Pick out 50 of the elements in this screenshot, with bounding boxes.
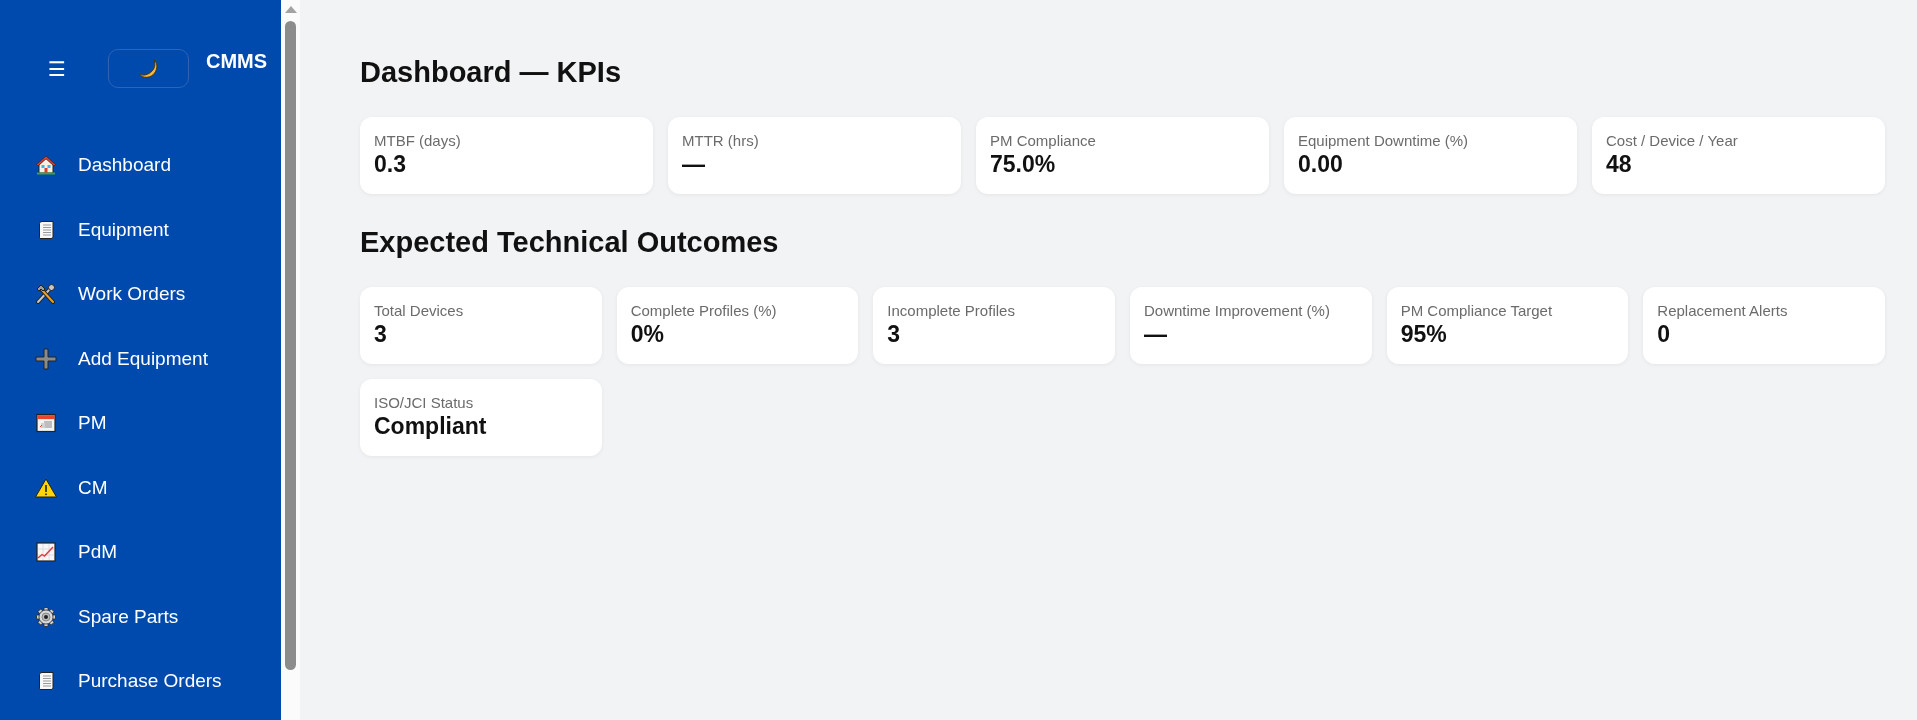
kpi-value: 75.0% — [990, 151, 1056, 178]
kpi-label: Replacement Alerts — [1657, 302, 1788, 320]
kpi-label: Equipment Downtime (%) — [1298, 132, 1469, 150]
scroll-icon — [36, 219, 56, 240]
theme-toggle-button[interactable] — [107, 49, 189, 88]
plus-icon — [35, 347, 57, 370]
kpi-label: PM Compliance Target — [1400, 302, 1553, 320]
kpi-value: 3 — [887, 321, 901, 348]
section-title: Expected Technical Outcomes — [360, 225, 779, 260]
kpi-value: Compliant — [374, 413, 487, 440]
nav-item[interactable]: Dashboard — [36, 147, 171, 183]
kpi-label: MTTR (hrs) — [682, 132, 759, 150]
kpi-value: 0.00 — [1298, 151, 1343, 178]
kpi-value: 95% — [1400, 321, 1447, 348]
nav-item[interactable]: Work Orders — [36, 276, 186, 312]
house-icon — [36, 155, 56, 175]
nav-item[interactable]: Equipment — [36, 211, 169, 248]
nav-item[interactable]: CM — [36, 469, 108, 506]
nav-item[interactable]: Spare Parts — [36, 598, 179, 635]
kpi-label: PM Compliance — [990, 132, 1096, 150]
crescent-moon-icon — [138, 59, 159, 78]
warning-icon — [35, 477, 57, 498]
menu-button[interactable]: ☰ — [48, 56, 66, 81]
kpi-label: Cost / Device / Year — [1606, 132, 1738, 150]
gear-icon — [36, 606, 56, 627]
kpi-label: Complete Profiles (%) — [630, 302, 777, 320]
scrollbar-thumb[interactable] — [285, 21, 296, 670]
kpi-label: MTBF (days) — [374, 132, 461, 150]
nav-item[interactable]: PdM — [36, 534, 118, 570]
kpi-value: — — [682, 151, 705, 178]
kpi-label: Total Devices — [374, 302, 464, 320]
scroll-icon — [36, 671, 56, 691]
kpi-label: Incomplete Profiles — [887, 302, 1015, 320]
kpi-label: Downtime Improvement (%) — [1144, 302, 1330, 320]
kpi-label: ISO/JCI Status — [374, 394, 474, 412]
chart-increasing-icon — [36, 542, 56, 562]
kpi-value: 0.3 — [374, 151, 406, 178]
kpi-value: 0% — [630, 321, 664, 348]
hammer-and-wrench-icon — [35, 284, 57, 304]
section-title: Dashboard — KPIs — [360, 55, 622, 90]
scroll-up-arrow-icon[interactable] — [284, 6, 297, 13]
kpi-value: — — [1144, 321, 1167, 348]
calendar-icon — [36, 413, 56, 433]
brand-title: CMMS — [205, 49, 268, 73]
nav-item[interactable]: Purchase Orders — [36, 663, 222, 699]
nav-item[interactable]: Add Equipment — [36, 340, 208, 377]
nav-item[interactable]: PM — [36, 405, 107, 441]
kpi-value: 48 — [1606, 151, 1632, 178]
kpi-value: 3 — [374, 321, 387, 348]
kpi-value: 0 — [1657, 321, 1671, 348]
